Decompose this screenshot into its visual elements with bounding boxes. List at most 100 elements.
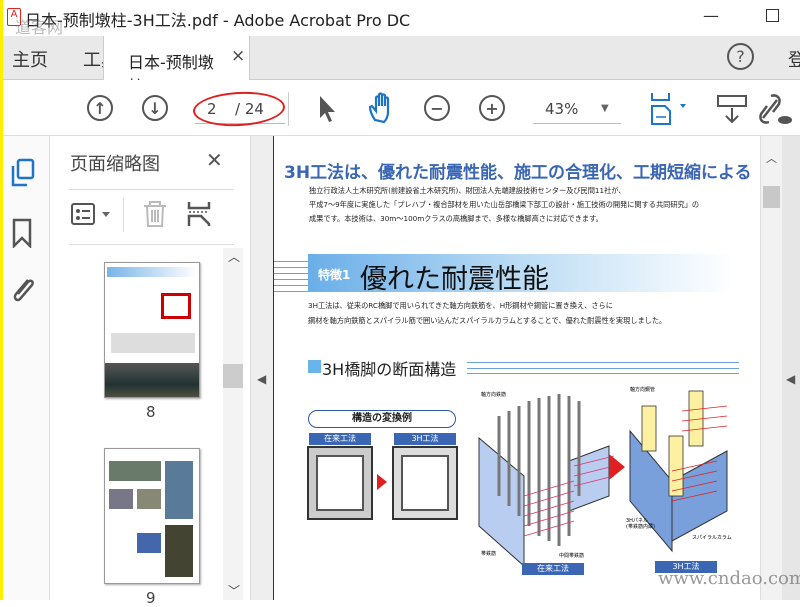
feature-line: 3H工法は、従来のRC橋脚で用いられてきた軸方向鉄筋を、H形鋼材や鋼管に置き換え… bbox=[308, 301, 613, 310]
thumbnail-page-8[interactable] bbox=[104, 262, 200, 398]
divider bbox=[69, 189, 234, 190]
attachment-icon[interactable] bbox=[8, 274, 36, 304]
divider bbox=[123, 198, 124, 232]
collapse-right-pane[interactable]: ◀ bbox=[782, 136, 800, 600]
thumbnail-label: 9 bbox=[146, 589, 156, 607]
thumbnails-panel: 页面缩略图 ✕ 8 9 ︿ ﹀ bbox=[50, 136, 250, 607]
page-thumbnails-icon[interactable] bbox=[9, 158, 37, 188]
window-title: 日本-预制墩柱-3H工法.pdf - Adobe Acrobat Pro DC bbox=[25, 11, 411, 30]
thumb-header bbox=[107, 267, 197, 277]
help-button[interactable]: ? bbox=[727, 43, 754, 70]
intro-line: 平成7〜9年度に実施した「プレハブ・複合部材を用いた山岳部橋梁下部工の設計・施工… bbox=[309, 200, 700, 209]
label-spiral: スパイラルカラム bbox=[692, 535, 732, 541]
feature-title: 優れた耐震性能 bbox=[360, 264, 549, 295]
feature-tag: 特徴1 bbox=[318, 268, 351, 282]
fit-page-icon[interactable] bbox=[649, 92, 689, 126]
section-marker bbox=[308, 360, 321, 373]
divider bbox=[288, 92, 289, 126]
navigation-pane bbox=[3, 136, 50, 600]
select-tool-icon[interactable] bbox=[317, 94, 337, 124]
scroll-up-icon[interactable]: ︿ bbox=[766, 150, 777, 166]
label-axial-steel: 軸方向鋼管 bbox=[630, 387, 656, 393]
document-scrollbar[interactable]: ︿ bbox=[760, 136, 782, 600]
conventional-caption: 在来工法 bbox=[522, 563, 584, 575]
conventional-label: 在来工法 bbox=[309, 433, 371, 445]
watermark: www.cndao.com bbox=[658, 568, 800, 589]
thumb-photo bbox=[137, 489, 161, 509]
thumb-photo bbox=[109, 489, 133, 509]
3h-section-diagram bbox=[392, 446, 458, 520]
scrollbar-thumb[interactable] bbox=[223, 364, 243, 388]
headline: 3H工法は、優れた耐震性能、施工の合理化、工期短縮による bbox=[284, 163, 752, 183]
section-rule bbox=[467, 362, 739, 374]
sign-in-button[interactable]: 登 bbox=[788, 46, 800, 72]
plus-icon: + bbox=[485, 98, 499, 118]
title-bar: A 日本-预制墩柱-3H工法.pdf - Adobe Acrobat Pro D… bbox=[3, 0, 800, 37]
close-panel-button[interactable]: ✕ bbox=[206, 148, 223, 172]
thumb-photo bbox=[165, 461, 193, 519]
intro-line: 成果です。本技術は、30m〜100mクラスの高橋脚まで、多様な橋脚高さに対応でき… bbox=[309, 214, 603, 223]
zoom-dropdown[interactable]: 43% ▼ bbox=[533, 98, 621, 124]
thumb-photo bbox=[105, 363, 199, 397]
next-page-button[interactable]: ↓ bbox=[142, 95, 168, 121]
section-title: 3H橋脚の断面構造 bbox=[322, 360, 457, 379]
share-link-icon[interactable] bbox=[757, 92, 793, 126]
watermark-top: 道客网 bbox=[15, 18, 64, 37]
zoom-out-button[interactable]: − bbox=[424, 95, 450, 121]
thumb-diagram bbox=[161, 293, 191, 319]
toolbar: ↑ ↓ 2 / 24 − + 43% ▼ bbox=[3, 80, 800, 136]
tab-document[interactable]: 日本-预制墩柱-3H... × bbox=[103, 36, 250, 96]
scroll-up-icon[interactable]: ︿ bbox=[228, 248, 240, 265]
thumbnail-label: 8 bbox=[146, 403, 156, 421]
zoom-value: 43% bbox=[545, 100, 579, 118]
label-mid-hoop: 中間帯鉄筋 bbox=[559, 553, 585, 559]
label-axial-rebar: 軸方向鉄筋 bbox=[481, 392, 507, 398]
zoom-in-button[interactable]: + bbox=[479, 95, 505, 121]
scroll-down-icon[interactable]: ﹀ bbox=[228, 582, 240, 599]
delete-icon[interactable] bbox=[142, 200, 168, 228]
divider bbox=[69, 244, 234, 245]
thumb-photo bbox=[165, 525, 193, 577]
thumb-photo bbox=[109, 461, 161, 481]
conventional-section-diagram bbox=[307, 446, 373, 520]
panel-title: 页面缩略图 bbox=[70, 154, 160, 175]
tab-bar: 主页 工具 日本-预制墩柱-3H... × ? 登 bbox=[3, 36, 800, 96]
feature-text: 3H工法は、従来のRC橋脚で用いられてきた軸方向鉄筋を、H形鋼材や鋼管に置き換え… bbox=[308, 298, 666, 328]
label-panel: 3Hパネル (帯鉄筋内蔵) bbox=[626, 518, 655, 530]
method3h-label: 3H工法 bbox=[394, 433, 456, 445]
options-menu-icon[interactable] bbox=[70, 202, 118, 228]
scrollbar-thumb[interactable] bbox=[763, 186, 780, 208]
thumbnail-page-9[interactable] bbox=[104, 448, 200, 584]
extract-pages-icon[interactable] bbox=[187, 200, 211, 228]
bookmark-icon[interactable] bbox=[11, 218, 33, 248]
feature-stripes bbox=[274, 256, 308, 292]
conversion-title: 構造の変換例 bbox=[308, 410, 456, 428]
thumb-photo bbox=[137, 533, 161, 553]
collapse-left-pane[interactable]: ◀ bbox=[250, 136, 273, 600]
intro-line: 独立行政法人土木研究所(前建設省土木研究所)、財団法人先端建設技術センター及び民… bbox=[309, 186, 626, 195]
triangle-left-icon: ◀ bbox=[786, 372, 796, 386]
feature-banner: 特徴1 優れた耐震性能 bbox=[308, 254, 733, 295]
tab-home[interactable]: 主页 bbox=[12, 46, 48, 72]
arrow-down-icon: ↓ bbox=[148, 98, 162, 118]
close-tab-button[interactable]: × bbox=[231, 46, 245, 66]
panel-sublabel: (帯鉄筋内蔵) bbox=[626, 524, 655, 530]
maximize-button[interactable] bbox=[766, 9, 779, 22]
previous-page-button[interactable]: ↑ bbox=[87, 95, 113, 121]
document-view[interactable]: 3H工法は、優れた耐震性能、施工の合理化、工期短縮による 独立行政法人土木研究所… bbox=[273, 136, 760, 600]
thumbnail-scrollbar[interactable]: ︿ ﹀ bbox=[223, 248, 243, 600]
red-arrow-icon bbox=[609, 454, 625, 480]
thumb-elevation bbox=[111, 333, 195, 353]
chevron-down-icon: ▼ bbox=[601, 103, 609, 114]
label-hoop: 帯鉄筋 bbox=[481, 551, 497, 557]
hand-tool-icon[interactable] bbox=[367, 92, 397, 124]
minus-icon: − bbox=[430, 98, 444, 118]
intro-text: 独立行政法人土木研究所(前建設省土木研究所)、財団法人先端建設技術センター及び民… bbox=[309, 184, 699, 226]
feature-line: 鋼材を軸方向鉄筋とスパイラル筋で囲い込んだスパイラルカラムとすることで、優れた耐… bbox=[308, 316, 667, 325]
red-arrow-icon bbox=[377, 474, 387, 490]
triangle-left-icon: ◀ bbox=[257, 372, 267, 386]
conventional-pier-illustration bbox=[478, 394, 614, 566]
arrow-up-icon: ↑ bbox=[93, 98, 107, 118]
keyboard-scroll-icon[interactable] bbox=[716, 94, 748, 126]
minimize-button[interactable]: — bbox=[703, 6, 719, 25]
